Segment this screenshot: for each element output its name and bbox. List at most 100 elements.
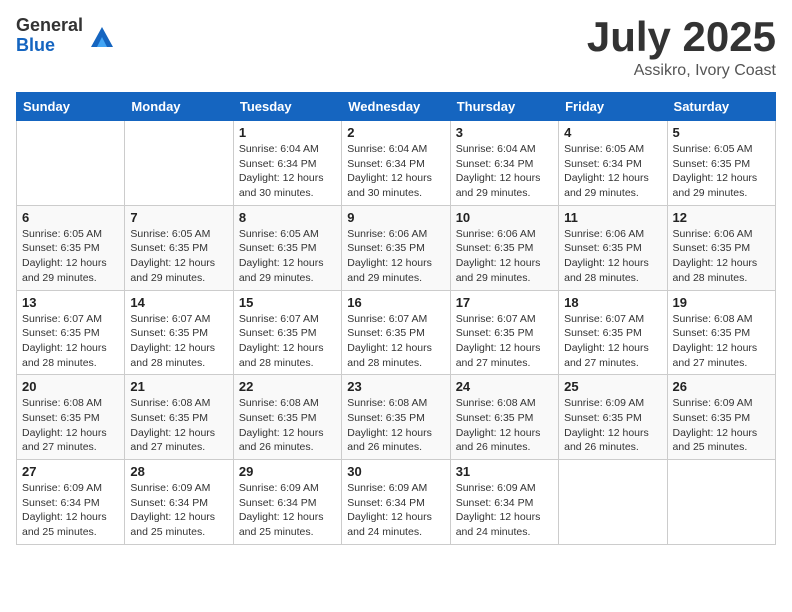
day-number: 16 [347,295,444,310]
day-number: 17 [456,295,553,310]
day-number: 23 [347,379,444,394]
day-number: 14 [130,295,227,310]
calendar-cell: 21 Sunrise: 6:08 AM Sunset: 6:35 PM Dayli… [125,375,233,460]
day-number: 26 [673,379,770,394]
day-info: Sunrise: 6:06 AM Sunset: 6:35 PM Dayligh… [456,227,553,286]
calendar-week-5: 27 Sunrise: 6:09 AM Sunset: 6:34 PM Dayli… [17,460,776,545]
day-number: 21 [130,379,227,394]
header-tuesday: Tuesday [233,93,341,121]
day-info: Sunrise: 6:09 AM Sunset: 6:34 PM Dayligh… [130,481,227,540]
day-number: 19 [673,295,770,310]
day-number: 8 [239,210,336,225]
day-info: Sunrise: 6:08 AM Sunset: 6:35 PM Dayligh… [673,312,770,371]
calendar-cell: 27Sunrise: 6:09 AM Sunset: 6:34 PM Dayli… [17,460,125,545]
day-number: 28 [130,464,227,479]
day-info: Sunrise: 6:04 AM Sunset: 6:34 PM Dayligh… [239,142,336,201]
calendar-cell [667,460,775,545]
day-number: 5 [673,125,770,140]
logo-blue: Blue [16,36,83,56]
header-monday: Monday [125,93,233,121]
calendar-cell: 7 Sunrise: 6:05 AM Sunset: 6:35 PM Daylig… [125,205,233,290]
header-friday: Friday [559,93,667,121]
calendar-cell [125,121,233,206]
day-info: Sunrise: 6:07 AM Sunset: 6:35 PM Dayligh… [130,312,227,371]
calendar-cell: 28 Sunrise: 6:09 AM Sunset: 6:34 PM Dayli… [125,460,233,545]
day-number: 29 [239,464,336,479]
day-number: 15 [239,295,336,310]
calendar-week-3: 13Sunrise: 6:07 AM Sunset: 6:35 PM Dayli… [17,290,776,375]
day-number: 30 [347,464,444,479]
day-info: Sunrise: 6:09 AM Sunset: 6:34 PM Dayligh… [239,481,336,540]
day-info: Sunrise: 6:05 AM Sunset: 6:34 PM Dayligh… [564,142,661,201]
calendar-week-1: 1 Sunrise: 6:04 AM Sunset: 6:34 PM Daylig… [17,121,776,206]
calendar-cell: 9Sunrise: 6:06 AM Sunset: 6:35 PM Daylig… [342,205,450,290]
calendar-cell: 12Sunrise: 6:06 AM Sunset: 6:35 PM Dayli… [667,205,775,290]
day-info: Sunrise: 6:05 AM Sunset: 6:35 PM Dayligh… [130,227,227,286]
calendar-cell: 5 Sunrise: 6:05 AM Sunset: 6:35 PM Daylig… [667,121,775,206]
day-info: Sunrise: 6:08 AM Sunset: 6:35 PM Dayligh… [22,396,119,455]
day-info: Sunrise: 6:07 AM Sunset: 6:35 PM Dayligh… [239,312,336,371]
day-number: 10 [456,210,553,225]
calendar-cell [559,460,667,545]
day-info: Sunrise: 6:04 AM Sunset: 6:34 PM Dayligh… [347,142,444,201]
day-number: 22 [239,379,336,394]
calendar-cell: 23Sunrise: 6:08 AM Sunset: 6:35 PM Dayli… [342,375,450,460]
calendar-header-row: SundayMondayTuesdayWednesdayThursdayFrid… [17,93,776,121]
logo-general: General [16,16,83,36]
day-info: Sunrise: 6:05 AM Sunset: 6:35 PM Dayligh… [22,227,119,286]
calendar-cell: 2 Sunrise: 6:04 AM Sunset: 6:34 PM Daylig… [342,121,450,206]
day-info: Sunrise: 6:09 AM Sunset: 6:34 PM Dayligh… [456,481,553,540]
calendar-week-2: 6 Sunrise: 6:05 AM Sunset: 6:35 PM Daylig… [17,205,776,290]
calendar-cell: 30Sunrise: 6:09 AM Sunset: 6:34 PM Dayli… [342,460,450,545]
day-number: 1 [239,125,336,140]
day-number: 2 [347,125,444,140]
header-wednesday: Wednesday [342,93,450,121]
day-info: Sunrise: 6:08 AM Sunset: 6:35 PM Dayligh… [456,396,553,455]
day-number: 3 [456,125,553,140]
calendar-cell: 10 Sunrise: 6:06 AM Sunset: 6:35 PM Dayli… [450,205,558,290]
calendar-cell: 25 Sunrise: 6:09 AM Sunset: 6:35 PM Dayli… [559,375,667,460]
day-number: 11 [564,210,661,225]
calendar-cell: 17Sunrise: 6:07 AM Sunset: 6:35 PM Dayli… [450,290,558,375]
calendar-cell: 19 Sunrise: 6:08 AM Sunset: 6:35 PM Dayli… [667,290,775,375]
calendar-cell: 14 Sunrise: 6:07 AM Sunset: 6:35 PM Dayli… [125,290,233,375]
day-info: Sunrise: 6:06 AM Sunset: 6:35 PM Dayligh… [564,227,661,286]
day-info: Sunrise: 6:09 AM Sunset: 6:35 PM Dayligh… [673,396,770,455]
day-info: Sunrise: 6:05 AM Sunset: 6:35 PM Dayligh… [239,227,336,286]
calendar-cell: 24 Sunrise: 6:08 AM Sunset: 6:35 PM Dayli… [450,375,558,460]
calendar-cell: 4Sunrise: 6:05 AM Sunset: 6:34 PM Daylig… [559,121,667,206]
calendar-cell: 11 Sunrise: 6:06 AM Sunset: 6:35 PM Dayli… [559,205,667,290]
calendar-cell: 1 Sunrise: 6:04 AM Sunset: 6:34 PM Daylig… [233,121,341,206]
day-number: 9 [347,210,444,225]
day-info: Sunrise: 6:07 AM Sunset: 6:35 PM Dayligh… [347,312,444,371]
calendar-cell: 6 Sunrise: 6:05 AM Sunset: 6:35 PM Daylig… [17,205,125,290]
calendar-cell: 26 Sunrise: 6:09 AM Sunset: 6:35 PM Dayli… [667,375,775,460]
day-number: 18 [564,295,661,310]
day-info: Sunrise: 6:04 AM Sunset: 6:34 PM Dayligh… [456,142,553,201]
header-sunday: Sunday [17,93,125,121]
day-number: 27 [22,464,119,479]
day-number: 7 [130,210,227,225]
month-title: July 2025 [587,16,776,58]
calendar-cell: 16 Sunrise: 6:07 AM Sunset: 6:35 PM Dayli… [342,290,450,375]
calendar-cell: 15 Sunrise: 6:07 AM Sunset: 6:35 PM Dayli… [233,290,341,375]
day-number: 24 [456,379,553,394]
calendar-cell: 13Sunrise: 6:07 AM Sunset: 6:35 PM Dayli… [17,290,125,375]
day-info: Sunrise: 6:05 AM Sunset: 6:35 PM Dayligh… [673,142,770,201]
day-info: Sunrise: 6:08 AM Sunset: 6:35 PM Dayligh… [239,396,336,455]
calendar-cell: 20 Sunrise: 6:08 AM Sunset: 6:35 PM Dayli… [17,375,125,460]
page-header: General Blue July 2025 Assikro, Ivory Co… [16,16,776,80]
day-info: Sunrise: 6:09 AM Sunset: 6:35 PM Dayligh… [564,396,661,455]
header-thursday: Thursday [450,93,558,121]
calendar-cell [17,121,125,206]
day-number: 6 [22,210,119,225]
logo-icon [87,21,117,51]
day-info: Sunrise: 6:08 AM Sunset: 6:35 PM Dayligh… [130,396,227,455]
day-number: 12 [673,210,770,225]
calendar-cell: 31 Sunrise: 6:09 AM Sunset: 6:34 PM Dayli… [450,460,558,545]
calendar-table: SundayMondayTuesdayWednesdayThursdayFrid… [16,92,776,545]
day-number: 25 [564,379,661,394]
day-number: 20 [22,379,119,394]
day-info: Sunrise: 6:07 AM Sunset: 6:35 PM Dayligh… [564,312,661,371]
day-number: 31 [456,464,553,479]
